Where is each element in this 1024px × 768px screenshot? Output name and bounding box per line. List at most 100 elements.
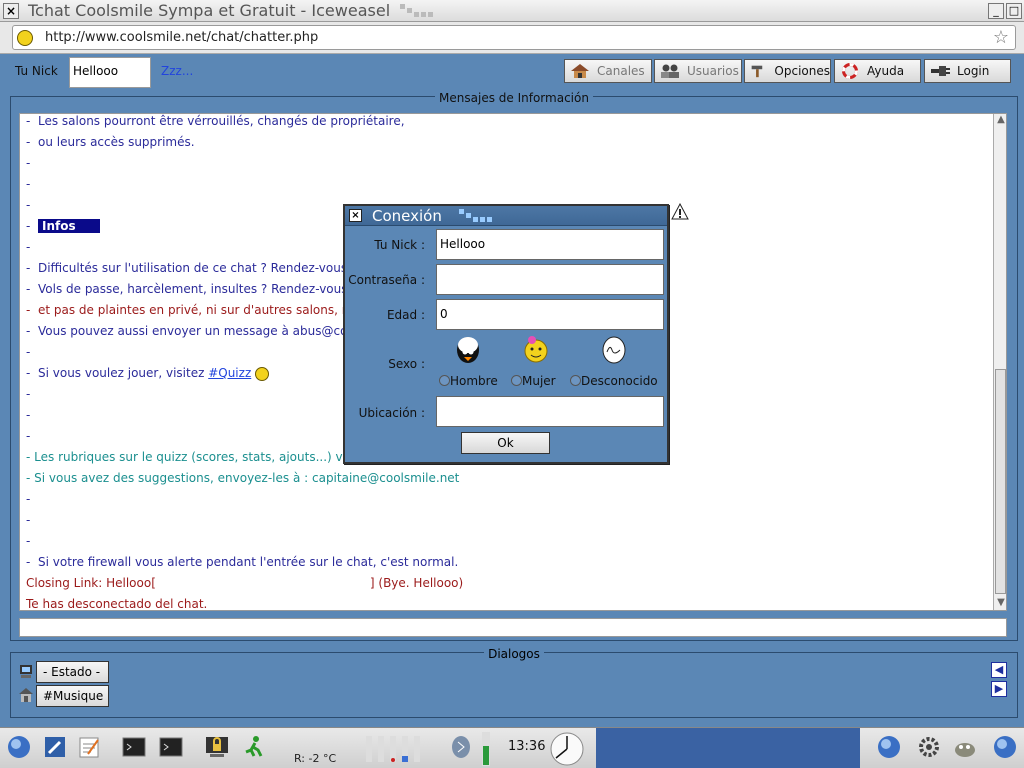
next-dialog-icon[interactable]: ▶ (991, 681, 1007, 697)
window-minimize-button[interactable]: _ (988, 3, 1004, 19)
location-field[interactable] (436, 396, 664, 427)
debian-globe-icon[interactable] (6, 734, 32, 760)
age-field[interactable]: 0 (436, 299, 664, 330)
password-field-label: Contraseña : (348, 273, 425, 287)
nick-input[interactable]: Hellooo (69, 57, 151, 88)
dialog-close-button[interactable]: × (349, 209, 362, 222)
url-field[interactable]: http://www.coolsmile.net/chat/chatter.ph… (12, 25, 1016, 50)
sex-radio-unknown[interactable]: Desconocido (570, 374, 658, 388)
scroll-up-icon[interactable]: ▲ (995, 114, 1006, 126)
chat-input[interactable] (19, 618, 1007, 637)
house-icon (571, 64, 589, 78)
lock-screen-icon[interactable] (204, 734, 230, 760)
house-icon (19, 688, 33, 702)
previous-dialog-icon[interactable]: ◀ (991, 662, 1007, 678)
male-egg-icon (457, 337, 479, 363)
help-button-label: Ayuda (867, 64, 905, 78)
messages-panel-title: Mensajes de Información (11, 91, 1017, 105)
sex-label: Sexo : (388, 357, 425, 371)
window-close-button[interactable]: × (3, 3, 19, 19)
computer-icon (20, 665, 32, 678)
messages-panel-title-text: Mensajes de Información (435, 91, 593, 105)
password-field[interactable] (436, 264, 664, 295)
window-title: Tchat Coolsmile Sympa et Gratuit - Icewe… (28, 1, 391, 20)
message-line: - (26, 240, 31, 254)
message-line: - (26, 513, 31, 527)
dialogs-panel: Dialogos - Estado - #Musique ◀ ▶ (10, 647, 1018, 718)
message-line: - Les rubriques sur le quizz (scores, st… (26, 450, 350, 464)
female-smiley-icon (524, 336, 548, 363)
navigation-bar: http://www.coolsmile.net/chat/chatter.ph… (0, 22, 1024, 54)
edit-pen-icon[interactable] (42, 734, 68, 760)
site-favicon-icon (17, 30, 33, 46)
window-maximize-button[interactable]: □ (1006, 3, 1022, 19)
gimp-icon[interactable] (952, 734, 978, 760)
login-button[interactable]: Login (924, 59, 1011, 83)
tab-musique[interactable]: #Musique (36, 685, 109, 707)
channels-button[interactable]: Canales (564, 59, 652, 83)
message-line: - (26, 408, 31, 422)
nick-field[interactable]: Hellooo (436, 229, 664, 260)
message-line: - Vous pouvez aussi envoyer un message à… (26, 324, 355, 338)
radio-circle (511, 375, 522, 386)
url-text[interactable]: http://www.coolsmile.net/chat/chatter.ph… (45, 30, 318, 45)
weather-readout: R: -2 °C (294, 752, 337, 765)
dialogs-panel-title-text: Dialogos (484, 647, 544, 661)
away-link[interactable]: Zzz... (161, 64, 193, 78)
message-line: - (26, 177, 31, 191)
options-button[interactable]: Opciones (744, 59, 831, 83)
help-button[interactable]: Ayuda (834, 59, 921, 83)
quizz-link[interactable]: #Quizz (208, 366, 251, 380)
unknown-egg-icon (602, 336, 626, 364)
battery-level-icon (482, 732, 490, 766)
message-line: - et pas de plaintes en privé, ni sur d'… (26, 303, 354, 317)
users-button[interactable]: Usuarios (654, 59, 742, 83)
message-line: - Les salons pourront être vérrouillés, … (26, 114, 405, 128)
message-line: - (26, 387, 31, 401)
message-line: - ou leurs accès supprimés. (26, 135, 195, 149)
message-line: - (26, 198, 31, 212)
message-line: - (26, 534, 31, 548)
ok-button[interactable]: Ok (461, 432, 550, 454)
message-line: - (26, 156, 31, 170)
terminal-icon[interactable] (158, 734, 184, 760)
taskbar: R: -2 °C 13:36 (0, 727, 1024, 768)
running-man-icon[interactable] (241, 734, 267, 760)
message-line: - Infos (26, 219, 100, 233)
debian-globe-icon[interactable] (992, 734, 1018, 760)
nick-field-label: Tu Nick : (374, 238, 425, 252)
lifebuoy-icon (842, 63, 858, 79)
bookmark-star-icon[interactable]: ☆ (993, 27, 1009, 48)
gear-icon[interactable] (916, 734, 942, 760)
sex-radio-female[interactable]: Mujer (511, 374, 556, 388)
terminal-icon[interactable] (121, 734, 147, 760)
message-line: - Difficultés sur l'utilisation de ce ch… (26, 261, 358, 275)
volume-icon[interactable] (448, 734, 474, 760)
users-icon (661, 64, 679, 78)
warning-icon (671, 203, 689, 220)
message-line: - Si vous voulez jouer, visitez #Quizz (26, 366, 270, 381)
hammer-icon (751, 65, 763, 78)
dialog-title: Conexión (372, 207, 442, 225)
message-line: - (26, 345, 31, 359)
titlebar-decoration-icon (459, 209, 492, 222)
taskbar-window-list (596, 728, 860, 768)
scrollbar-thumb[interactable] (995, 369, 1006, 594)
tab-estado[interactable]: - Estado - (36, 661, 109, 683)
options-button-label: Opciones (774, 64, 830, 78)
sex-radio-male[interactable]: Hombre (439, 374, 498, 388)
radio-circle (570, 375, 581, 386)
message-line: - Vols de passe, harcèlement, insultes ?… (26, 282, 348, 296)
clock-readout[interactable]: 13:36 (508, 739, 545, 754)
channels-button-label: Canales (597, 64, 645, 78)
notepad-icon[interactable] (76, 734, 102, 760)
plug-icon (931, 66, 950, 76)
messages-scrollbar[interactable]: ▲ ▼ (993, 114, 1006, 610)
age-field-label: Edad : (386, 308, 425, 322)
debian-globe-icon[interactable] (876, 734, 902, 760)
connection-dialog: × Conexión Tu Nick : Hellooo Contraseña … (343, 204, 669, 464)
message-line: Closing Link: Hellooo[] (Bye. Hellooo) (26, 576, 464, 590)
message-line: Te has desconectado del chat. (26, 597, 208, 611)
scroll-down-icon[interactable]: ▼ (995, 597, 1006, 609)
connection-dialog-titlebar: × Conexión (345, 206, 667, 226)
